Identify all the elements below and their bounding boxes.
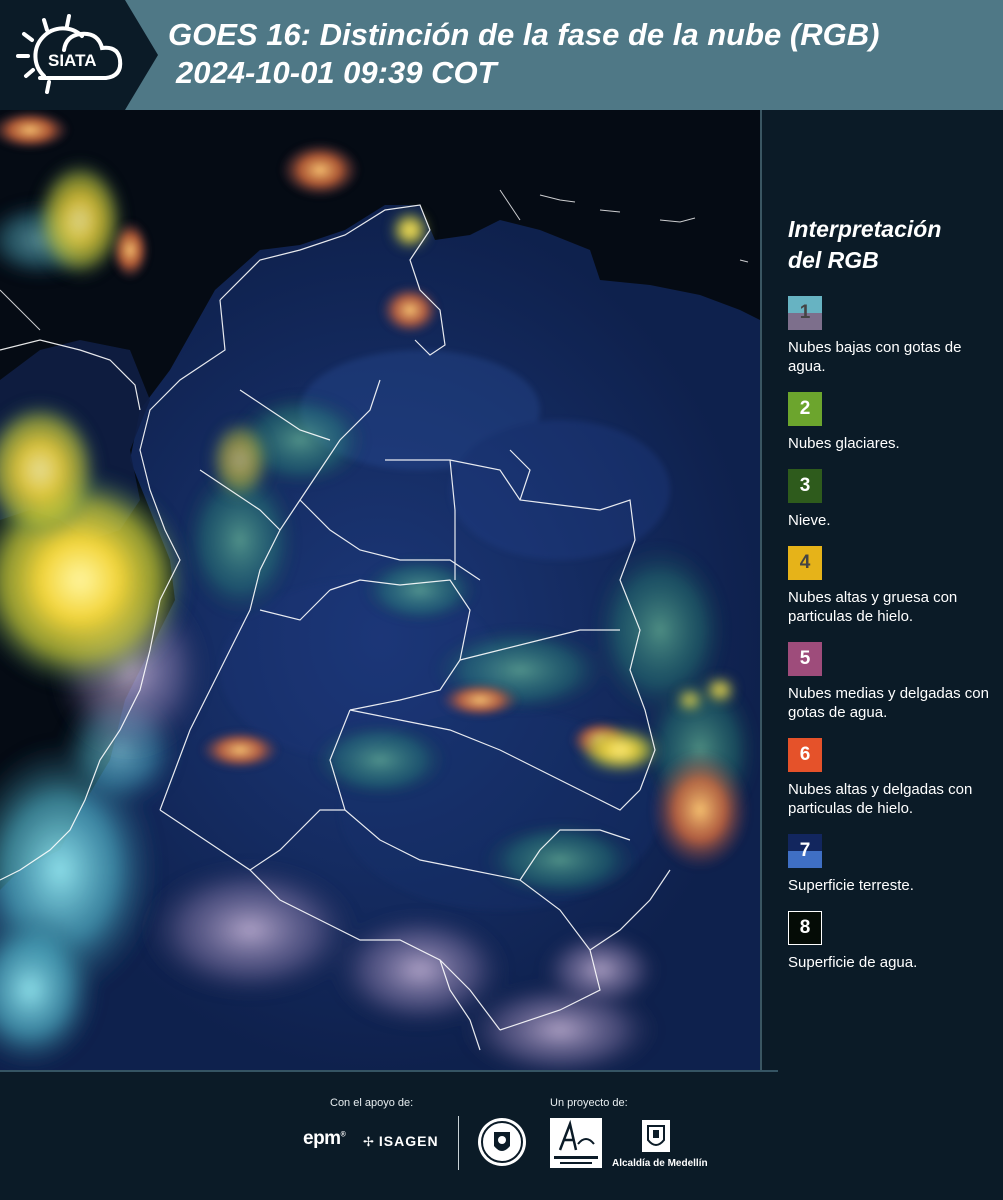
- map-divider: [760, 110, 762, 1070]
- legend-item: 8 Superficie de agua.: [788, 911, 993, 972]
- legend-label: Nubes bajas con gotas de agua.: [788, 339, 962, 375]
- legend-item: 2 Nubes glaciares.: [788, 392, 993, 453]
- legend-swatch: 7: [788, 834, 822, 868]
- legend-item: 5 Nubes medias y delgadas con gotas de ag…: [788, 642, 993, 722]
- page-title: GOES 16: Distinción de la fase de la nub…: [168, 16, 988, 92]
- footer-separator: [0, 1070, 778, 1072]
- legend-swatch: 8: [788, 911, 822, 945]
- legend-label: Nubes altas y gruesa con particulas de h…: [788, 589, 958, 625]
- isagen-logo-text: ISAGEN: [378, 1133, 439, 1149]
- alcaldia-label: Alcaldía de Medellín: [612, 1158, 708, 1169]
- legend-swatch: 3: [788, 469, 822, 503]
- legend-number: 4: [799, 552, 811, 573]
- legend-title: Interpretación del RGB: [788, 214, 993, 276]
- legend-number: 6: [799, 744, 811, 765]
- legend-item: 3 Nieve.: [788, 469, 993, 530]
- legend-number: 3: [799, 475, 811, 496]
- isagen-mark-icon: ✢: [363, 1134, 375, 1149]
- siata-logo: SIATA: [16, 14, 123, 94]
- legend-swatch: 6: [788, 738, 822, 772]
- satellite-map[interactable]: [0, 110, 760, 1070]
- epm-logo-text: epm: [303, 1128, 341, 1149]
- isagen-logo: ✢ ISAGEN: [363, 1133, 439, 1150]
- legend-number: 5: [799, 648, 811, 669]
- legend-number: 2: [799, 398, 811, 419]
- title-line-datetime: 2024-10-01 09:39 COT: [176, 55, 497, 90]
- legend-label: Superficie terreste.: [788, 877, 914, 894]
- logo-text: SIATA: [48, 51, 96, 70]
- university-seal-icon: [478, 1118, 526, 1166]
- legend-label: Nieve.: [788, 512, 831, 529]
- area-metropolitana-logo: [550, 1118, 602, 1168]
- legend-title-line2: del RGB: [788, 247, 879, 273]
- legend-item: 4 Nubes altas y gruesa con particulas de …: [788, 546, 993, 626]
- legend-title-line1: Interpretación: [788, 216, 942, 242]
- legend-item: 7 Superficie terreste.: [788, 834, 993, 895]
- legend-number: 8: [799, 917, 811, 938]
- legend-item: 1 Nubes bajas con gotas de agua.: [788, 296, 993, 376]
- legend-label: Nubes medias y delgadas con gotas de agu…: [788, 685, 989, 721]
- epm-logo: epm®: [303, 1128, 346, 1149]
- legend-item: 6 Nubes altas y delgadas con particulas d…: [788, 738, 993, 818]
- satellite-image: [0, 110, 760, 1070]
- legend-panel: Interpretación del RGB 1 Nubes bajas con …: [788, 214, 993, 988]
- legend-label: Superficie de agua.: [788, 954, 918, 971]
- legend-number: 7: [799, 840, 811, 861]
- project-label: Un proyecto de:: [550, 1097, 628, 1109]
- legend-number: 1: [799, 302, 811, 323]
- title-line-product: GOES 16: Distinción de la fase de la nub…: [168, 17, 880, 52]
- header-bar: SIATA GOES 16: Distinción de la fase de …: [0, 0, 1003, 110]
- support-label: Con el apoyo de:: [330, 1097, 414, 1109]
- footer-vertical-separator: [458, 1116, 459, 1170]
- legend-label: Nubes glaciares.: [788, 435, 900, 452]
- legend-swatch: 4: [788, 546, 822, 580]
- legend-list: 1 Nubes bajas con gotas de agua. 2 Nubes gl…: [788, 296, 993, 972]
- legend-swatch: 2: [788, 392, 822, 426]
- legend-swatch: 1: [788, 296, 822, 330]
- legend-label: Nubes altas y delgadas con particulas de…: [788, 781, 973, 817]
- legend-swatch: 5: [788, 642, 822, 676]
- alcaldia-shield-icon: [642, 1120, 670, 1152]
